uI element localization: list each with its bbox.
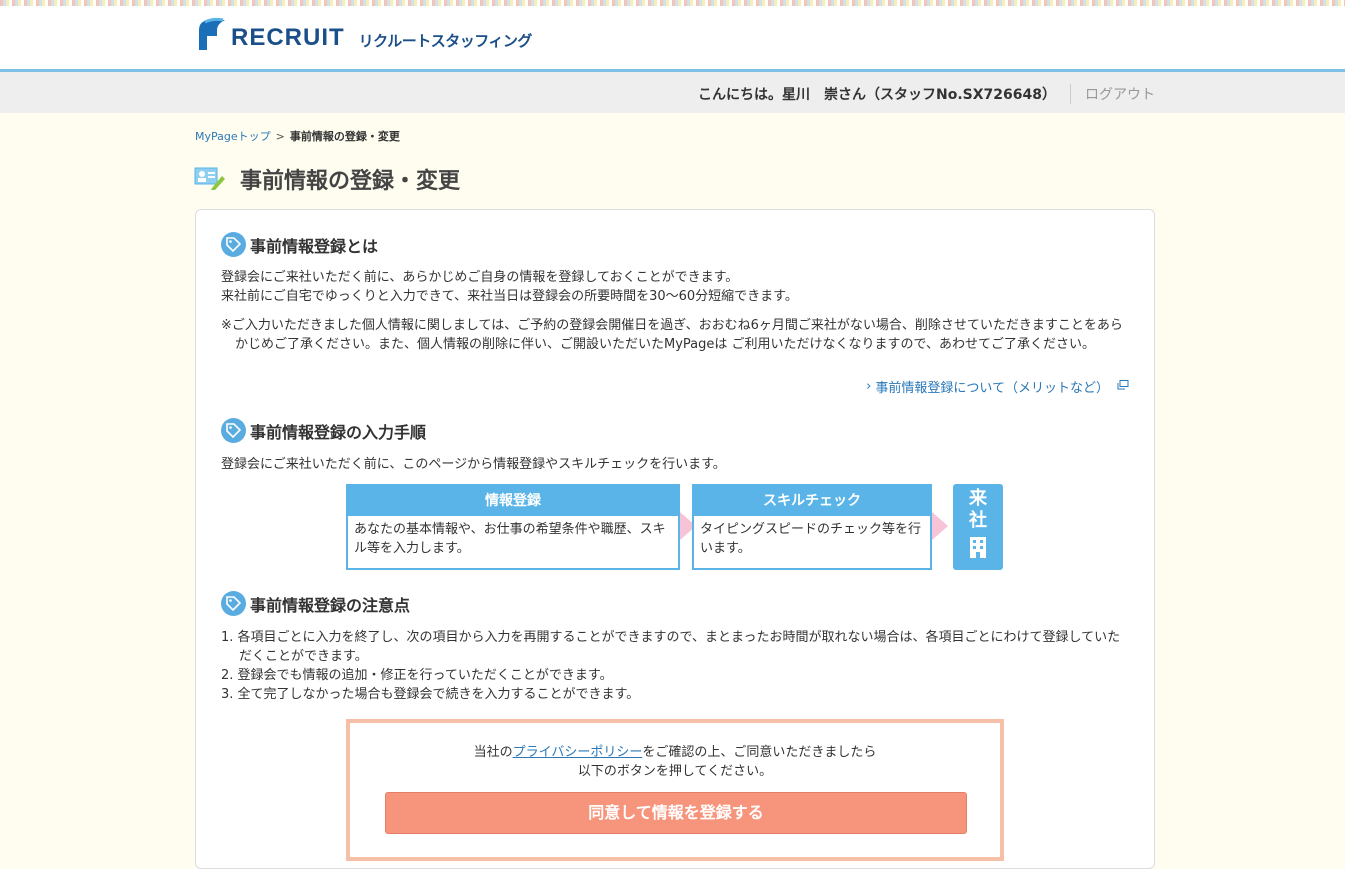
tag-icon xyxy=(221,232,246,257)
logout-link[interactable]: ログアウト xyxy=(1085,84,1155,104)
chevron-right-icon: › xyxy=(866,379,872,394)
consent-text-after: をご確認の上、ご同意いただきましたら xyxy=(642,745,877,760)
about-line-2: 来社前にご自宅でゆっくりと入力できて、来社当日は登録会の所要時間を30～60分短… xyxy=(221,289,798,304)
step-visit: 来 社 xyxy=(953,484,1003,570)
steps-intro: 登録会にご来社いただく前に、このページから情報登録やスキルチェックを行います。 xyxy=(221,457,726,472)
section-heading-text: 事前情報登録の入力手順 xyxy=(250,422,427,442)
id-card-edit-icon xyxy=(194,164,226,194)
about-line-1: 登録会にご来社いただく前に、あらかじめご自身の情報を登録しておくことができます。 xyxy=(221,270,739,285)
consent-text-before: 当社の xyxy=(473,745,513,760)
content-card: 事前情報登録とは 登録会にご来社いただく前に、あらかじめご自身の情報を登録してお… xyxy=(195,209,1155,869)
step-skill-check: スキルチェック タイピングスピードのチェック等を行います。 xyxy=(692,484,932,570)
privacy-policy-link[interactable]: プライバシーポリシー xyxy=(513,745,643,760)
step-body: タイピングスピードのチェック等を行います。 xyxy=(700,522,922,556)
recruit-logo-mark-icon xyxy=(195,16,229,52)
list-item: 3. 全て完了しなかった場合も登録会で続きを入力することができます。 xyxy=(221,687,640,702)
step-title: 情報登録 xyxy=(348,486,678,516)
page-title-block: 事前情報の登録・変更 xyxy=(194,163,460,195)
step-info-registration: 情報登録 あなたの基本情報や、お仕事の希望条件や職歴、スキル等を入力します。 xyxy=(346,484,680,570)
breadcrumb: MyPageトップ > 事前情報の登録・変更 xyxy=(195,128,400,144)
external-window-icon xyxy=(1117,379,1129,394)
section-heading-steps: 事前情報登録の入力手順 xyxy=(221,418,426,443)
notes-list: 1. 各項目ごとに入力を終了し、次の項目から入力を再開することができますので、ま… xyxy=(221,628,1131,704)
step-arrow-icon xyxy=(932,512,948,540)
agree-register-button[interactable]: 同意して情報を登録する xyxy=(385,792,967,834)
logo-subtext: リクルートスタッフィング xyxy=(358,31,533,50)
privacy-note: ※ご入力いただきました個人情報に関しましては、ご予約の登録会開催日を過ぎ、おおむ… xyxy=(221,318,1123,352)
breadcrumb-separator: > xyxy=(275,130,285,143)
tag-icon xyxy=(221,418,246,443)
merit-link-text: 事前情報登録について（メリットなど） xyxy=(875,381,1109,396)
breadcrumb-current: 事前情報の登録・変更 xyxy=(289,130,400,143)
section-heading-notes: 事前情報登録の注意点 xyxy=(221,591,410,616)
step-body: あなたの基本情報や、お仕事の希望条件や職歴、スキル等を入力します。 xyxy=(354,522,666,556)
list-item: 1. 各項目ごとに入力を終了し、次の項目から入力を再開することができますので、ま… xyxy=(221,630,1121,664)
list-item: 2. 登録会でも情報の追加・修正を行っていただくことができます。 xyxy=(221,668,613,683)
page-title: 事前情報の登録・変更 xyxy=(240,169,461,194)
visit-char-2: 社 xyxy=(969,510,987,531)
section-heading-text: 事前情報登録の注意点 xyxy=(250,595,411,615)
consent-text-line2: 以下のボタンを押してください。 xyxy=(577,764,773,779)
consent-box: 当社のプライバシーポリシーをご確認の上、ご同意いただきましたら 以下のボタンを押… xyxy=(346,719,1004,861)
section-heading-text: 事前情報登録とは xyxy=(250,236,379,256)
breadcrumb-home-link[interactable]: MyPageトップ xyxy=(195,130,271,143)
site-header: RECRUIT リクルートスタッフィング xyxy=(0,6,1345,72)
user-greeting: こんにちは。星川 崇さん（スタッフNo.SX726648） xyxy=(698,87,1056,103)
recruit-logo[interactable]: RECRUIT リクルートスタッフィング xyxy=(195,16,532,52)
user-bar: こんにちは。星川 崇さん（スタッフNo.SX726648） ログアウト xyxy=(0,72,1345,113)
building-icon xyxy=(953,536,1003,564)
step-title: スキルチェック xyxy=(694,486,930,516)
logo-text: RECRUIT xyxy=(231,24,345,51)
consent-text: 当社のプライバシーポリシーをご確認の上、ご同意いただきましたら 以下のボタンを押… xyxy=(350,743,1000,781)
visit-char-1: 来 xyxy=(969,488,987,509)
merit-link[interactable]: › 事前情報登録について（メリットなど） xyxy=(866,377,1129,396)
divider xyxy=(1070,84,1071,104)
section-heading-about: 事前情報登録とは xyxy=(221,232,378,257)
tag-icon xyxy=(221,591,246,616)
